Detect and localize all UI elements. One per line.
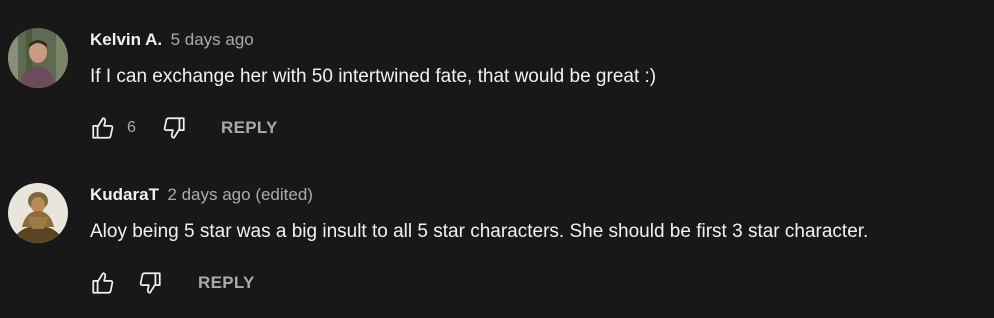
comment-timestamp[interactable]: 5 days ago — [171, 30, 254, 49]
thumbs-down-icon — [139, 272, 161, 294]
comment-text: Aloy being 5 star was a big insult to al… — [90, 221, 869, 242]
reply-button[interactable]: REPLY — [198, 270, 255, 296]
thumbs-up-icon — [92, 272, 114, 294]
comment-author[interactable]: KudaraT — [90, 185, 159, 204]
comment-actions: REPLY — [90, 270, 994, 298]
thumbs-up-icon — [92, 117, 114, 139]
avatar[interactable] — [8, 28, 68, 88]
like-button[interactable] — [90, 270, 116, 296]
comment-timestamp[interactable]: 2 days ago (edited) — [167, 185, 313, 204]
reply-button[interactable]: REPLY — [221, 115, 278, 141]
comment-actions: 6 REPLY — [90, 115, 994, 143]
like-button[interactable] — [90, 115, 116, 141]
avatar[interactable] — [8, 183, 68, 243]
comment-author[interactable]: Kelvin A. — [90, 30, 162, 49]
thumbs-down-icon — [163, 117, 185, 139]
dislike-button[interactable] — [137, 270, 163, 296]
comment-text: If I can exchange her with 50 intertwine… — [90, 66, 657, 87]
like-count: 6 — [127, 119, 136, 136]
dislike-button[interactable] — [161, 115, 187, 141]
